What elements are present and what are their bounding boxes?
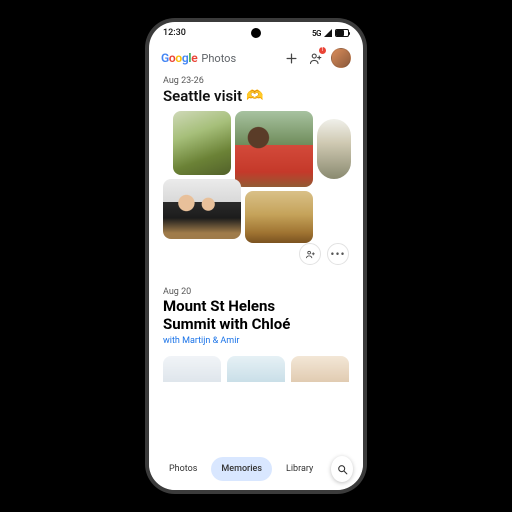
memory-card-seattle[interactable]: Aug 23-26 Seattle visit 🫶 [163, 76, 349, 265]
photo-thumbnail[interactable] [227, 356, 285, 382]
plus-icon [284, 51, 299, 66]
photo-thumbnail[interactable] [235, 111, 313, 187]
sharing-button[interactable]: 1 [307, 50, 323, 66]
memory-card-mount-st-helens[interactable]: Aug 20 Mount St Helens Summit with Chloé… [163, 287, 349, 382]
app-bar: Google Photos 1 [149, 44, 363, 74]
phone-frame: 12:30 5G Google Photos 1 [145, 18, 367, 494]
nav-library[interactable]: Library [276, 457, 323, 481]
signal-icon [324, 29, 332, 37]
create-button[interactable] [283, 50, 299, 66]
app-logo: Google Photos [161, 51, 236, 65]
photo-thumbnail[interactable] [163, 179, 241, 239]
search-icon [336, 463, 349, 476]
photo-thumbnail[interactable] [317, 119, 351, 179]
photo-thumbnail[interactable] [163, 356, 221, 382]
memories-feed[interactable]: Aug 23-26 Seattle visit 🫶 [149, 74, 363, 444]
more-options-button[interactable]: ••• [327, 243, 349, 265]
heart-hands-emoji: 🫶 [246, 89, 263, 103]
bottom-nav: Photos Memories Library [149, 448, 363, 490]
photo-thumbnail[interactable] [291, 356, 349, 382]
status-icons: 5G [312, 29, 349, 38]
nav-photos[interactable]: Photos [159, 457, 207, 481]
add-people-button[interactable] [299, 243, 321, 265]
google-wordmark: Google [161, 51, 197, 65]
photo-thumbnail[interactable] [245, 191, 313, 243]
clock: 12:30 [163, 28, 186, 38]
memory-title: Seattle visit 🫶 [163, 87, 349, 105]
photo-collage: ••• [163, 111, 349, 265]
memory-collaborators-link[interactable]: with Martijn & Amir [163, 336, 349, 346]
memory-actions: ••• [299, 243, 349, 265]
search-button[interactable] [331, 456, 353, 482]
memory-title: Mount St Helens Summit with Chloé [163, 298, 349, 333]
screen: 12:30 5G Google Photos 1 [149, 22, 363, 490]
notification-badge: 1 [318, 46, 327, 55]
nav-memories[interactable]: Memories [211, 457, 272, 481]
ellipsis-icon: ••• [330, 249, 345, 259]
memory-date: Aug 20 [163, 287, 349, 297]
memory-date: Aug 23-26 [163, 76, 349, 86]
app-name: Photos [201, 52, 236, 65]
photo-thumbnail[interactable] [173, 111, 231, 175]
photo-collage-peek [163, 356, 349, 382]
front-camera-cutout [251, 28, 261, 38]
account-avatar[interactable] [331, 48, 351, 68]
network-label: 5G [312, 29, 321, 38]
status-bar: 12:30 5G [149, 22, 363, 44]
person-add-icon [305, 249, 316, 260]
battery-icon [335, 29, 349, 37]
